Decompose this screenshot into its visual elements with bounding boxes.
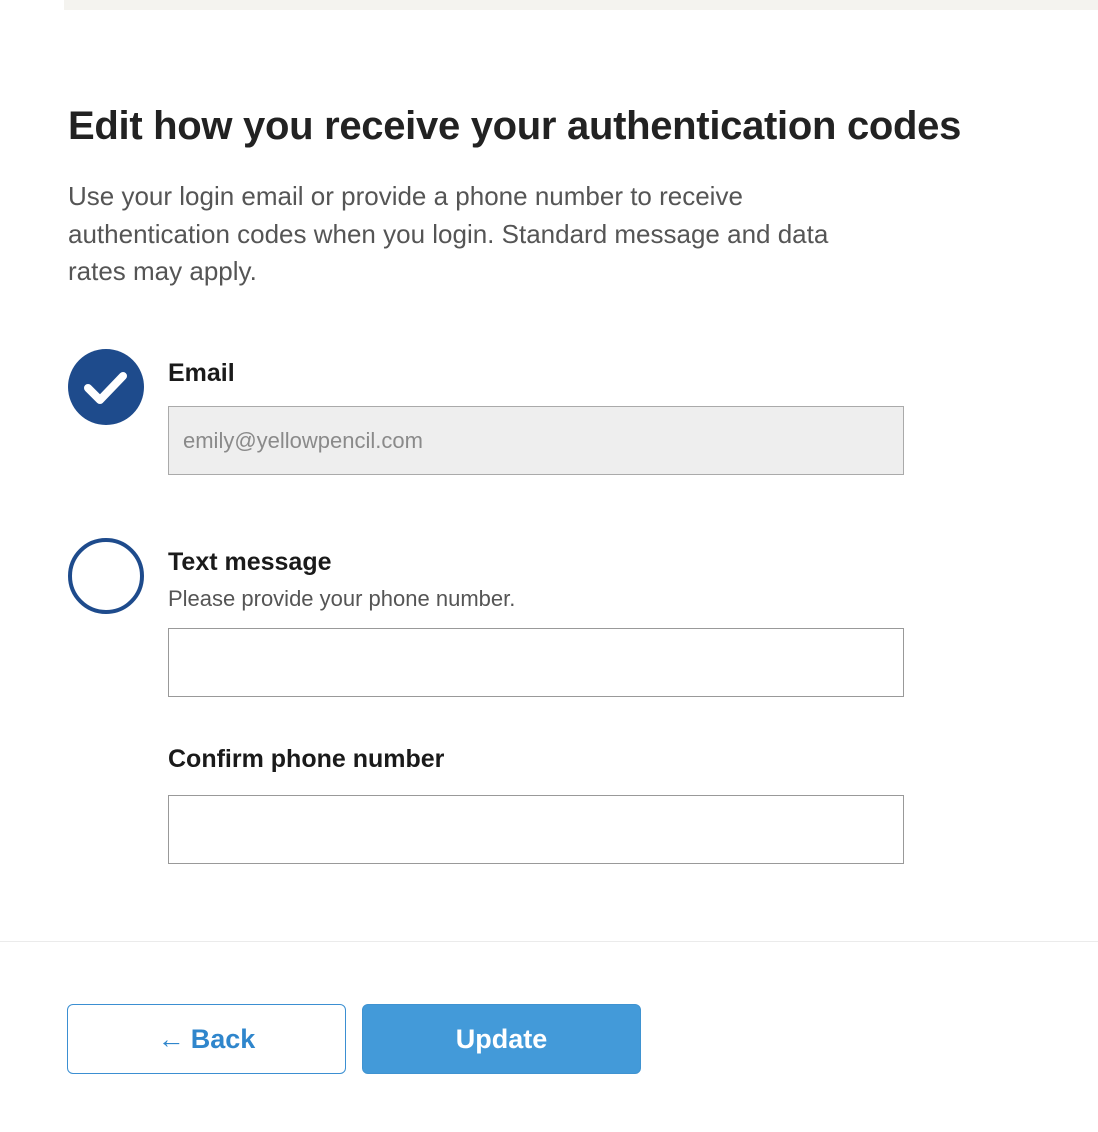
page-title: Edit how you receive your authentication…: [68, 104, 962, 148]
back-button[interactable]: ← Back: [67, 1004, 346, 1074]
text-message-label: Text message: [168, 548, 332, 576]
top-band: [64, 0, 1098, 10]
phone-number-input[interactable]: [168, 628, 904, 697]
page-description: Use your login email or provide a phone …: [68, 181, 829, 286]
auth-codes-page: Edit how you receive your authentication…: [0, 0, 1098, 1132]
back-button-label: Back: [190, 1023, 256, 1054]
left-arrow-icon: ←: [157, 1023, 185, 1054]
email-field[interactable]: [168, 406, 904, 475]
email-option-checkmark-icon[interactable]: [68, 349, 144, 425]
footer-divider: [0, 941, 1098, 942]
update-button-label: Update: [455, 1023, 548, 1054]
update-button[interactable]: Update: [362, 1004, 641, 1074]
confirm-phone-label: Confirm phone number: [168, 745, 445, 773]
confirm-phone-input[interactable]: [168, 795, 904, 864]
text-message-option-radio-icon[interactable]: [68, 538, 144, 614]
phone-hint: Please provide your phone number.: [168, 586, 516, 611]
checkmark-icon: [84, 372, 127, 404]
email-label: Email: [168, 359, 235, 387]
